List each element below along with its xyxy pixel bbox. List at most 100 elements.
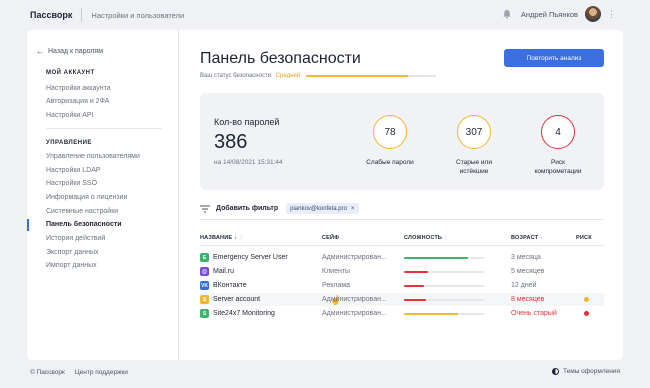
sidebar-item-security[interactable]: Панель безопасности xyxy=(46,220,122,230)
active-indicator xyxy=(27,219,29,231)
theme-icon xyxy=(552,368,560,375)
complexity-bar-fill xyxy=(404,313,459,315)
sidebar-item-api-settings[interactable]: Настройки API xyxy=(46,111,94,121)
old-passwords-label-text: Старые или истёкшие xyxy=(456,159,492,175)
complexity-bar-fill xyxy=(404,257,468,259)
password-age: 8 месяцев xyxy=(511,296,545,303)
weak-passwords-count[interactable]: 78 xyxy=(373,115,407,149)
filter-bar: Добавить фильтр piankov@konfeta.pro × xyxy=(200,203,359,214)
filter-icon[interactable] xyxy=(200,205,210,213)
breadcrumb: Настройки и пользователи xyxy=(91,10,185,20)
sort-icon[interactable]: ↓ xyxy=(341,235,344,241)
old-passwords-count[interactable]: 307 xyxy=(457,115,491,149)
risk-indicator xyxy=(584,311,589,316)
user-name[interactable]: Андрей Пьянков xyxy=(521,10,578,19)
back-label: Назад к паролям xyxy=(48,48,104,55)
filter-divider xyxy=(200,219,604,220)
safe-name: Администрирован... xyxy=(322,310,387,317)
password-name[interactable]: Emergency Server User xyxy=(213,251,288,264)
top-divider xyxy=(81,8,83,22)
sidebar-item-auth-2fa[interactable]: Авторизация и 2ФА xyxy=(46,97,109,107)
complexity-bar xyxy=(404,257,484,259)
table-row[interactable]: E Emergency Server User Администрирован...… xyxy=(200,251,604,264)
password-age: Очень старый xyxy=(511,310,557,317)
password-name[interactable]: Mail.ru xyxy=(213,265,234,278)
filter-chip-label: piankov@konfeta.pro xyxy=(290,205,347,212)
safe-name: Администрирован... xyxy=(322,254,387,261)
complexity-bar-fill xyxy=(404,271,428,273)
complexity-bar-fill xyxy=(404,285,424,287)
password-name[interactable]: ВКонтакте xyxy=(213,279,247,292)
password-age: 12 дней xyxy=(511,282,537,289)
main-content: Панель безопасности Повторить анализ Ваш… xyxy=(179,30,623,360)
rerun-analysis-button[interactable]: Повторить анализ xyxy=(504,49,604,67)
complexity-bar xyxy=(404,299,484,301)
section-title-admin: УПРАВЛЕНИЕ xyxy=(46,140,92,146)
sort-icon[interactable]: ↓ xyxy=(540,235,543,241)
sort-toggle-icon[interactable]: ↕ xyxy=(239,235,242,241)
column-header-name[interactable]: НАЗВАНИЕ ↓ ↕ xyxy=(200,235,243,241)
status-progress-fill xyxy=(306,75,408,77)
arrow-left-icon: ← xyxy=(36,47,44,56)
sidebar-item-users[interactable]: Управление пользователями xyxy=(46,152,140,162)
password-count: 386 xyxy=(214,131,248,153)
sort-down-icon[interactable]: ↓ xyxy=(234,235,237,241)
table-row[interactable]: S Site24x7 Monitoring Администрирован... Оч… xyxy=(200,307,604,320)
sidebar-item-export[interactable]: Экспорт данных xyxy=(46,248,99,258)
table-row[interactable]: S Server account ☝ Администрирован... 8 меся… xyxy=(200,293,604,306)
password-name[interactable]: Server account xyxy=(213,293,260,306)
complexity-bar xyxy=(404,271,484,273)
column-header-risk[interactable]: РИСК xyxy=(576,235,592,241)
password-count-label: Кол-во паролей xyxy=(214,117,280,127)
close-icon[interactable]: × xyxy=(351,205,355,212)
sidebar-divider xyxy=(46,128,162,129)
sidebar-item-sso[interactable]: Настройки SSO xyxy=(46,179,97,189)
sidebar-item-system[interactable]: Системные настройки xyxy=(46,207,118,217)
support-link[interactable]: Центр поддержки xyxy=(75,369,128,376)
compromise-risk-count[interactable]: 4 xyxy=(541,115,575,149)
safe-name: Клиенты xyxy=(322,268,351,275)
status-label: Ваш статус безопасности: xyxy=(200,73,273,79)
filter-chip[interactable]: piankov@konfeta.pro × xyxy=(286,203,359,214)
sidebar-item-account-settings[interactable]: Настройки аккаунта xyxy=(46,84,111,94)
column-header-complexity[interactable]: СЛОЖНОСТЬ ↓ xyxy=(404,235,447,241)
column-header-safe[interactable]: СЕЙФ ↓ xyxy=(322,235,344,241)
theme-switch[interactable]: Темы оформления xyxy=(552,368,620,375)
more-menu-icon[interactable]: ⋮ xyxy=(607,9,616,19)
compromise-risk-label-text: Риск компрометации xyxy=(534,159,582,175)
password-name[interactable]: Site24x7 Monitoring xyxy=(213,307,275,320)
sidebar-item-history[interactable]: История действий xyxy=(46,234,105,244)
column-name-label: НАЗВАНИЕ xyxy=(200,235,233,241)
stats-date: на 14/08/2021 15:31:44 xyxy=(214,159,283,166)
app-logo[interactable]: Пассворк xyxy=(30,10,72,20)
bell-icon[interactable] xyxy=(502,9,512,19)
sort-icon[interactable]: ↓ xyxy=(444,235,447,241)
status-progress xyxy=(306,75,437,77)
complexity-bar xyxy=(404,285,484,287)
column-header-age[interactable]: ВОЗРАСТ ↓ xyxy=(511,235,543,241)
page-title: Панель безопасности xyxy=(200,50,361,67)
theme-label: Темы оформления xyxy=(563,368,620,375)
sidebar-item-import[interactable]: Импорт данных xyxy=(46,261,97,271)
weak-passwords-label: Слабые пароли xyxy=(366,159,414,166)
site-icon: @ xyxy=(200,267,209,276)
table-row[interactable]: VK ВКонтакте Реклама 12 дней xyxy=(200,279,604,292)
column-age-label: ВОЗРАСТ xyxy=(511,235,539,241)
column-safe-label: СЕЙФ xyxy=(322,235,340,241)
back-link[interactable]: ← Назад к паролям xyxy=(36,47,103,56)
sidebar: ← Назад к паролям МОЙ АККАУНТ Настройки … xyxy=(27,30,179,360)
complexity-bar xyxy=(404,313,484,315)
stats-panel: Кол-во паролей 386 на 14/08/2021 15:31:4… xyxy=(200,93,604,190)
site-icon: VK xyxy=(200,281,209,290)
safe-name: Администрирован... xyxy=(322,296,387,303)
complexity-bar-fill xyxy=(404,299,427,301)
sidebar-item-license[interactable]: Информация о лицензии xyxy=(46,193,127,203)
sidebar-item-ldap[interactable]: Настройки LDAP xyxy=(46,166,101,176)
section-title-account: МОЙ АККАУНТ xyxy=(46,70,95,76)
table-row[interactable]: @ Mail.ru Клиенты 5 месяцев xyxy=(200,265,604,278)
site-icon: S xyxy=(200,309,209,318)
avatar[interactable] xyxy=(585,6,601,22)
password-age: 3 месяца xyxy=(511,254,541,261)
add-filter-button[interactable]: Добавить фильтр xyxy=(216,205,278,212)
status-value: Средний xyxy=(275,73,301,79)
